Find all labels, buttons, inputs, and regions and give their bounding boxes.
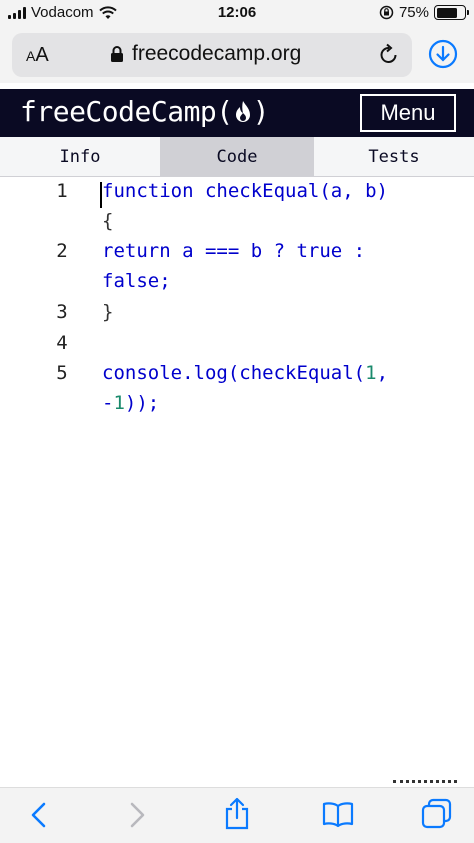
code-line[interactable]: return a === b ? true : xyxy=(102,240,365,262)
menu-button[interactable]: Menu xyxy=(360,94,456,132)
battery-fill xyxy=(436,7,457,18)
line-number: 4 xyxy=(56,332,68,354)
book-icon[interactable] xyxy=(322,800,354,828)
flame-icon xyxy=(235,101,250,122)
site-logo[interactable]: freeCodeCamp( ) xyxy=(20,95,270,128)
text-size-button[interactable]: AA xyxy=(26,44,49,67)
line-number: 3 xyxy=(56,301,68,323)
resize-handle[interactable] xyxy=(393,780,457,784)
tab-code[interactable]: Code xyxy=(160,137,314,177)
chevron-right-icon[interactable] xyxy=(126,800,148,830)
code-line[interactable]: { xyxy=(102,210,113,232)
code-line[interactable]: function checkEqual(a, b) xyxy=(102,180,388,202)
code-line[interactable]: console.log(checkEqual(1, xyxy=(102,362,388,384)
reload-icon[interactable] xyxy=(378,43,400,67)
code-line[interactable]: false; xyxy=(102,270,171,292)
battery-icon xyxy=(434,5,469,20)
line-number: 2 xyxy=(56,240,68,262)
line-number: 5 xyxy=(56,362,68,384)
status-right: 75% xyxy=(379,4,469,21)
address-bar[interactable]: AA freecodecamp.org xyxy=(12,33,412,77)
code-line[interactable]: } xyxy=(102,301,113,323)
line-number: 1 xyxy=(56,180,68,202)
site-nav: freeCodeCamp( ) Menu xyxy=(0,89,474,137)
code-line[interactable]: -1)); xyxy=(102,392,159,414)
share-icon[interactable] xyxy=(223,797,251,831)
status-bar: Vodacom 12:06 75% xyxy=(0,0,474,28)
tab-info[interactable]: Info xyxy=(0,137,160,177)
chevron-left-icon[interactable] xyxy=(28,800,50,830)
browser-toolbar xyxy=(0,787,474,843)
download-icon[interactable] xyxy=(428,39,458,69)
tabs-icon[interactable] xyxy=(421,798,453,830)
lock-icon xyxy=(111,46,123,62)
orientation-lock-icon xyxy=(379,5,394,20)
browser-address-area: AA freecodecamp.org xyxy=(0,28,474,83)
tab-tests[interactable]: Tests xyxy=(314,137,474,177)
battery-percent: 75% xyxy=(398,4,429,21)
url-text: freecodecamp.org xyxy=(132,42,302,65)
editor-tabs: Info Code Tests xyxy=(0,137,474,177)
url-display[interactable]: freecodecamp.org xyxy=(110,42,301,66)
